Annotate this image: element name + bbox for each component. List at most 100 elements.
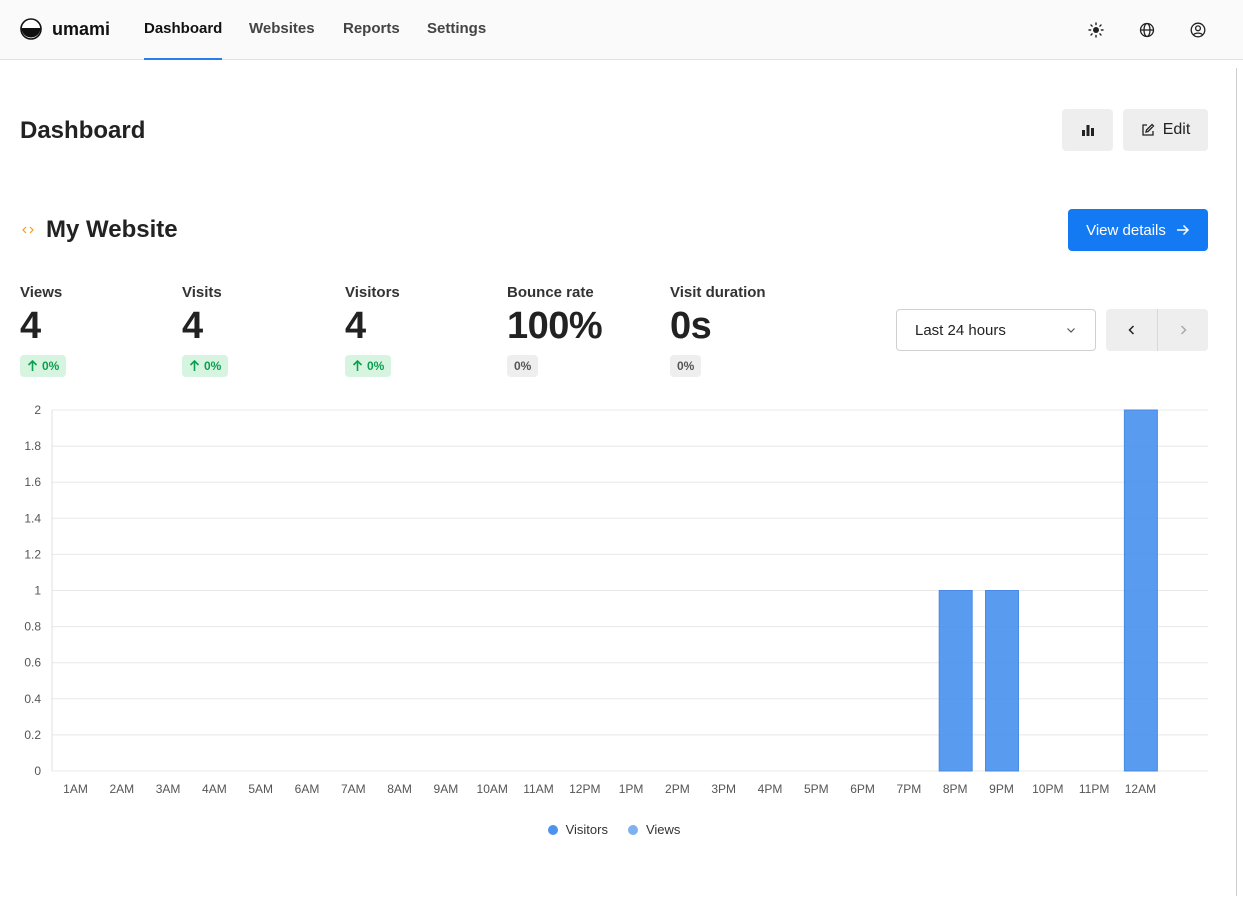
page-title: Dashboard	[20, 117, 146, 144]
metric-change-value: 0%	[367, 359, 385, 373]
x-tick-label: 6PM	[850, 782, 875, 796]
arrow-up-icon	[27, 360, 38, 371]
x-tick-label: 12AM	[1125, 782, 1156, 796]
y-tick-label: 1.8	[24, 439, 41, 453]
legend-dot	[627, 824, 638, 835]
legend-item-visitors[interactable]: Visitors	[547, 822, 608, 837]
user-profile-icon[interactable]	[1188, 20, 1208, 40]
metric-visits: Visits 4 0%	[182, 284, 229, 377]
metric-views: Views 4 0%	[20, 284, 67, 377]
bar-chart-icon	[1081, 125, 1094, 136]
website-name: My Website	[46, 216, 178, 243]
x-tick-label: 5PM	[804, 782, 829, 796]
bar-9pm	[985, 590, 1019, 772]
metric-label: Visitors	[345, 284, 400, 301]
bar-8pm	[938, 590, 973, 772]
y-tick-label: 0.2	[24, 728, 41, 742]
x-tick-label: 10PM	[1032, 782, 1063, 796]
metric-change-badge: 0%	[345, 355, 392, 377]
metric-value: 0s	[670, 305, 712, 347]
metric-change-value: 0%	[42, 359, 60, 373]
x-tick-label: 2AM	[109, 782, 134, 796]
arrow-up-icon	[189, 360, 200, 371]
legend-item-views[interactable]: Views	[627, 822, 681, 837]
metric-bounce-rate: Bounce rate 100% 0%	[507, 284, 603, 377]
x-tick-label: 3AM	[156, 782, 181, 796]
legend-label: Views	[645, 822, 681, 837]
nav-reports[interactable]: Reports	[343, 20, 400, 60]
view-details-button[interactable]: View details	[1068, 209, 1208, 251]
brand-name: umami	[52, 18, 111, 39]
x-tick-label: 2PM	[665, 782, 690, 796]
edit-button[interactable]: Edit	[1123, 109, 1208, 151]
x-tick-label: 4PM	[758, 782, 783, 796]
metric-change-value: 0%	[204, 359, 222, 373]
x-tick-label: 6AM	[295, 782, 320, 796]
legend-dot	[547, 824, 558, 835]
metric-change-value: 0%	[677, 359, 695, 373]
metric-change-badge: 0%	[20, 355, 67, 377]
x-tick-label: 1AM	[63, 782, 88, 796]
next-period-button[interactable]	[1157, 309, 1208, 351]
y-tick-label: 0.6	[24, 656, 41, 670]
website-favicon-icon	[22, 226, 34, 234]
metric-label: Visits	[182, 284, 222, 301]
arrow-up-icon	[352, 360, 363, 371]
metric-value: 4	[345, 305, 366, 347]
y-tick-label: 1	[34, 584, 41, 598]
arrow-right-icon	[1176, 224, 1189, 236]
date-navigation	[1106, 309, 1208, 351]
pageviews-bar-chart: 0 0.2 0.4 0.6 0.8 1 1.2 1.4 1.6 1.8 2 1AM 2AM 3AM 4AM 5…	[24, 403, 1208, 796]
x-tick-label: 12PM	[569, 782, 600, 796]
x-tick-label: 7PM	[897, 782, 922, 796]
y-tick-label: 1.4	[24, 511, 41, 525]
previous-period-button[interactable]	[1106, 309, 1157, 351]
nav-websites[interactable]: Websites	[249, 20, 315, 60]
x-tick-label: 8AM	[387, 782, 412, 796]
chevron-right-icon	[1180, 325, 1187, 335]
x-tick-label: 7AM	[341, 782, 366, 796]
metric-value: 4	[182, 305, 203, 347]
language-globe-icon[interactable]	[1137, 20, 1157, 40]
nav-dashboard[interactable]: Dashboard	[144, 20, 223, 60]
umami-logo-icon	[20, 18, 42, 40]
theme-toggle-icon[interactable]	[1086, 20, 1106, 40]
edit-button-label: Edit	[1162, 121, 1191, 138]
page-scrollbar[interactable]	[1236, 68, 1237, 896]
metric-change-value: 0%	[514, 359, 532, 373]
x-tick-label: 9AM	[434, 782, 459, 796]
metric-value: 4	[20, 305, 41, 347]
date-range-select[interactable]: Last 24 hours	[896, 309, 1096, 351]
chart-view-button[interactable]	[1062, 109, 1113, 151]
metric-value: 100%	[507, 305, 603, 347]
y-tick-label: 1.6	[24, 475, 41, 489]
metric-label: Bounce rate	[507, 284, 594, 301]
x-tick-label: 10AM	[477, 782, 508, 796]
y-tick-label: 0	[34, 764, 41, 778]
bar-12am	[1123, 409, 1158, 772]
y-tick-label: 0.8	[24, 620, 41, 634]
metric-change-badge: 0%	[670, 355, 702, 377]
chevron-left-icon	[1127, 325, 1134, 335]
y-tick-label: 2	[34, 403, 41, 417]
metric-label: Visit duration	[670, 284, 766, 301]
app-logo[interactable]: umami	[20, 18, 110, 40]
x-tick-label: 11AM	[523, 782, 553, 796]
x-tick-label: 3PM	[711, 782, 736, 796]
metric-change-badge: 0%	[507, 355, 539, 377]
nav-settings[interactable]: Settings	[427, 20, 486, 60]
x-tick-label: 5AM	[248, 782, 273, 796]
metric-visitors: Visitors 4 0%	[345, 284, 400, 377]
x-tick-label: 1PM	[619, 782, 644, 796]
x-tick-label: 11PM	[1079, 782, 1109, 796]
metric-label: Views	[20, 284, 63, 301]
chevron-down-icon	[1067, 328, 1075, 333]
view-details-label: View details	[1086, 221, 1166, 239]
date-range-value: Last 24 hours	[915, 321, 1006, 339]
chart-legend: Visitors Views	[0, 822, 1228, 837]
x-tick-label: 9PM	[989, 782, 1014, 796]
top-navigation-bar: umami Dashboard Websites Reports Setting…	[0, 0, 1243, 60]
y-tick-label: 1.2	[24, 547, 41, 561]
x-tick-label: 8PM	[943, 782, 968, 796]
metric-change-badge: 0%	[182, 355, 229, 377]
